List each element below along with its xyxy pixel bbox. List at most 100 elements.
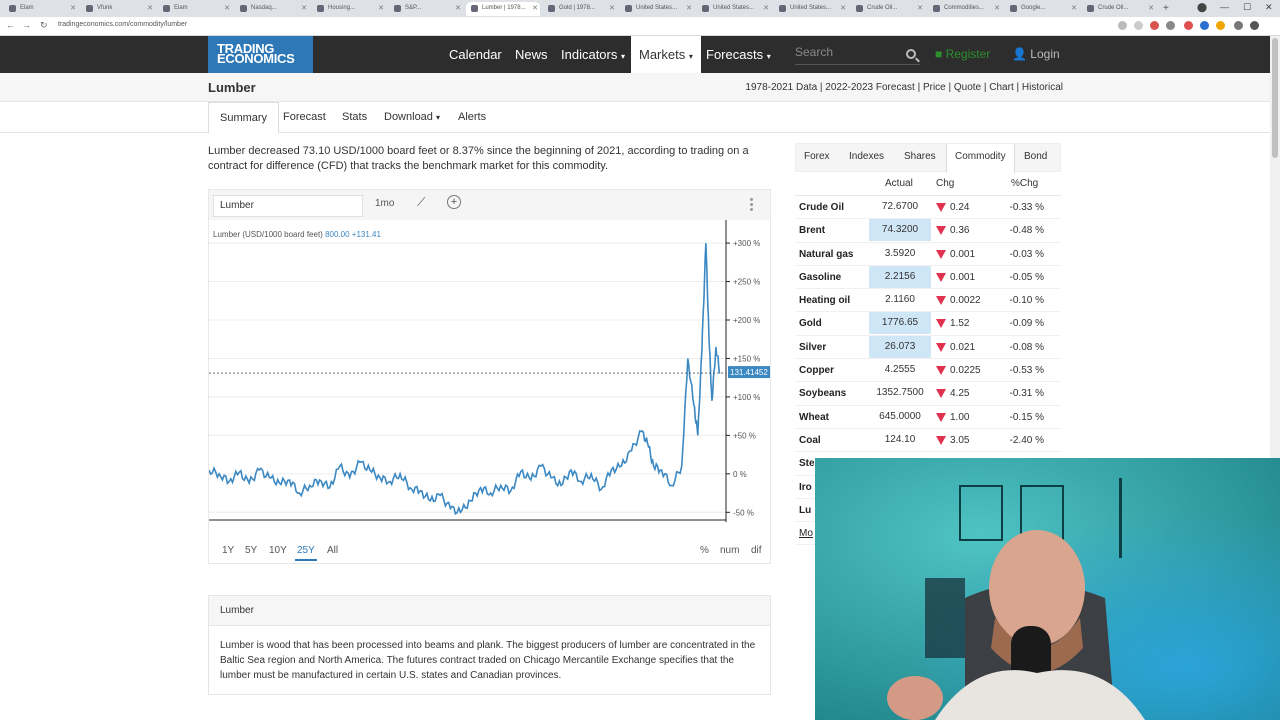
market-name[interactable]: Wheat (799, 412, 829, 423)
range-5y[interactable]: 5Y (245, 545, 257, 556)
nav-indicators[interactable]: Indicators ▾ (561, 36, 625, 73)
reload-icon[interactable]: ↻ (40, 20, 48, 31)
browser-tab[interactable]: Google... ✕ (1005, 2, 1079, 16)
mode-dif[interactable]: dif (751, 545, 762, 556)
header-actual[interactable]: Actual (885, 178, 913, 189)
tab-summary[interactable]: Summary (208, 102, 280, 134)
tab-download[interactable]: Download ▾ (384, 102, 440, 133)
range-1y[interactable]: 1Y (222, 545, 234, 556)
extension-icon[interactable] (1166, 21, 1175, 30)
close-tab-icon[interactable]: ✕ (994, 4, 1000, 12)
profile-avatar-icon[interactable] (1250, 21, 1259, 30)
page-scrollbar[interactable] (1270, 36, 1280, 458)
tab-alerts[interactable]: Alerts (458, 102, 486, 133)
tab-stats[interactable]: Stats (342, 102, 367, 133)
tab-forex[interactable]: Forex (804, 151, 830, 162)
nav-news[interactable]: News (515, 36, 548, 73)
header-chg[interactable]: Chg (936, 178, 954, 189)
market-name[interactable]: Coal (799, 435, 821, 446)
login-link[interactable]: 👤 Login (1012, 47, 1060, 61)
back-icon[interactable]: ← (6, 20, 15, 30)
extension-icon[interactable] (1150, 21, 1159, 30)
market-row[interactable]: Brent 74.3200 0.36 -0.48 % (795, 219, 1061, 243)
range-all[interactable]: All (327, 545, 338, 556)
close-tab-icon[interactable]: ✕ (917, 4, 923, 12)
mode-num[interactable]: num (720, 545, 739, 556)
market-name[interactable]: Gold (799, 318, 822, 329)
market-name[interactable]: Ste (799, 458, 815, 469)
close-tab-icon[interactable]: ✕ (686, 4, 692, 12)
market-row[interactable]: Copper 4.2555 0.0225 -0.53 % (795, 359, 1061, 383)
nav-markets[interactable]: Markets ▾ (631, 36, 701, 73)
mode-percent[interactable]: % (700, 545, 709, 556)
url-field[interactable]: tradingeconomics.com/commodity/lumber (58, 21, 1108, 33)
tab-indexes[interactable]: Indexes (849, 151, 884, 162)
market-row[interactable]: Natural gas 3.5920 0.001 -0.03 % (795, 243, 1061, 266)
close-tab-icon[interactable]: ✕ (609, 4, 615, 12)
market-name[interactable]: Iro (799, 482, 812, 493)
chart-plot[interactable]: +300 % +250 % +200 % +150 % +100 % +50 % 0 % -5… (209, 220, 770, 522)
minimize-icon[interactable]: — (1220, 2, 1229, 12)
maximize-icon[interactable]: ☐ (1243, 2, 1251, 13)
browser-tab[interactable]: Gold | 1978... ✕ (543, 2, 617, 16)
trading-economics-logo[interactable]: TRADING ECONOMICS (208, 36, 313, 73)
close-tab-icon[interactable]: ✕ (1071, 4, 1077, 12)
close-window-icon[interactable]: ✕ (1265, 2, 1273, 13)
market-name[interactable]: Brent (799, 225, 825, 236)
market-name[interactable]: Heating oil (799, 295, 850, 306)
extensions-puzzle-icon[interactable] (1234, 21, 1243, 30)
range-10y[interactable]: 10Y (269, 545, 287, 556)
browser-tab[interactable]: Elam ✕ (4, 2, 78, 16)
search-input[interactable]: Search (795, 45, 920, 65)
browser-tab[interactable]: Commodities... ✕ (928, 2, 1002, 16)
market-row[interactable]: Coal 124.10 3.05 -2.40 % (795, 429, 1061, 453)
browser-tab[interactable]: Elam ✕ (158, 2, 232, 16)
chart-period-button[interactable]: 1mo (375, 198, 394, 209)
close-tab-icon[interactable]: ✕ (301, 4, 307, 12)
browser-tab[interactable]: Crude Oil... ✕ (1082, 2, 1156, 16)
close-tab-icon[interactable]: ✕ (532, 4, 538, 12)
market-row[interactable]: Gold 1776.65 1.52 -0.09 % (795, 312, 1061, 336)
close-tab-icon[interactable]: ✕ (763, 4, 769, 12)
market-name[interactable]: Silver (799, 342, 826, 353)
extension-icon[interactable] (1200, 21, 1209, 30)
tab-shares[interactable]: Shares (904, 151, 936, 162)
browser-tab[interactable]: Nasdaq... ✕ (235, 2, 309, 16)
chart-type-icon[interactable]: ⟋ (417, 195, 425, 210)
bookmark-star-icon[interactable] (1134, 21, 1143, 30)
tab-bond[interactable]: Bond (1024, 151, 1047, 162)
chart-symbol-input[interactable]: Lumber (213, 195, 363, 217)
market-row[interactable]: Gasoline 2.2156 0.001 -0.05 % (795, 265, 1061, 290)
close-tab-icon[interactable]: ✕ (840, 4, 846, 12)
nav-calendar[interactable]: Calendar (449, 36, 502, 73)
tab-commodity[interactable]: Commodity (946, 144, 1015, 173)
browser-tab[interactable]: Lumber | 1978... ✕ (466, 2, 540, 16)
nav-forecasts[interactable]: Forecasts ▾ (706, 36, 771, 73)
browser-tab[interactable]: Housing... ✕ (312, 2, 386, 16)
browser-tab[interactable]: S&P... ✕ (389, 2, 463, 16)
search-icon[interactable] (906, 49, 916, 59)
market-row[interactable]: Soybeans 1352.7500 4.25 -0.31 % (795, 382, 1061, 406)
market-name[interactable]: Gasoline (799, 272, 841, 283)
extensions-icon[interactable]: ⬤ (1197, 2, 1207, 13)
zoom-icon[interactable] (1118, 21, 1127, 30)
close-tab-icon[interactable]: ✕ (224, 4, 230, 12)
browser-tab[interactable]: United States... ✕ (774, 2, 848, 16)
market-name[interactable]: Natural gas (799, 249, 853, 260)
tab-forecast[interactable]: Forecast (283, 102, 326, 133)
browser-tab[interactable]: Vfunk ✕ (81, 2, 155, 16)
range-25y[interactable]: 25Y (295, 545, 317, 561)
market-name[interactable]: Lu (799, 505, 811, 516)
market-row[interactable]: Silver 26.073 0.021 -0.08 % (795, 335, 1061, 360)
close-tab-icon[interactable]: ✕ (147, 4, 153, 12)
market-row[interactable]: Crude Oil 72.6700 0.24 -0.33 % (795, 196, 1061, 220)
browser-tab[interactable]: United States... ✕ (697, 2, 771, 16)
scrollbar-thumb[interactable] (1272, 38, 1278, 158)
close-tab-icon[interactable]: ✕ (70, 4, 76, 12)
extension-icon[interactable] (1184, 21, 1193, 30)
market-row[interactable]: Heating oil 2.1160 0.0022 -0.10 % (795, 289, 1061, 313)
market-name[interactable]: Copper (799, 365, 834, 376)
close-tab-icon[interactable]: ✕ (1148, 4, 1154, 12)
compare-add-icon[interactable]: + (447, 195, 461, 209)
title-links[interactable]: 1978-2021 Data | 2022-2023 Forecast | Pr… (745, 82, 1063, 93)
